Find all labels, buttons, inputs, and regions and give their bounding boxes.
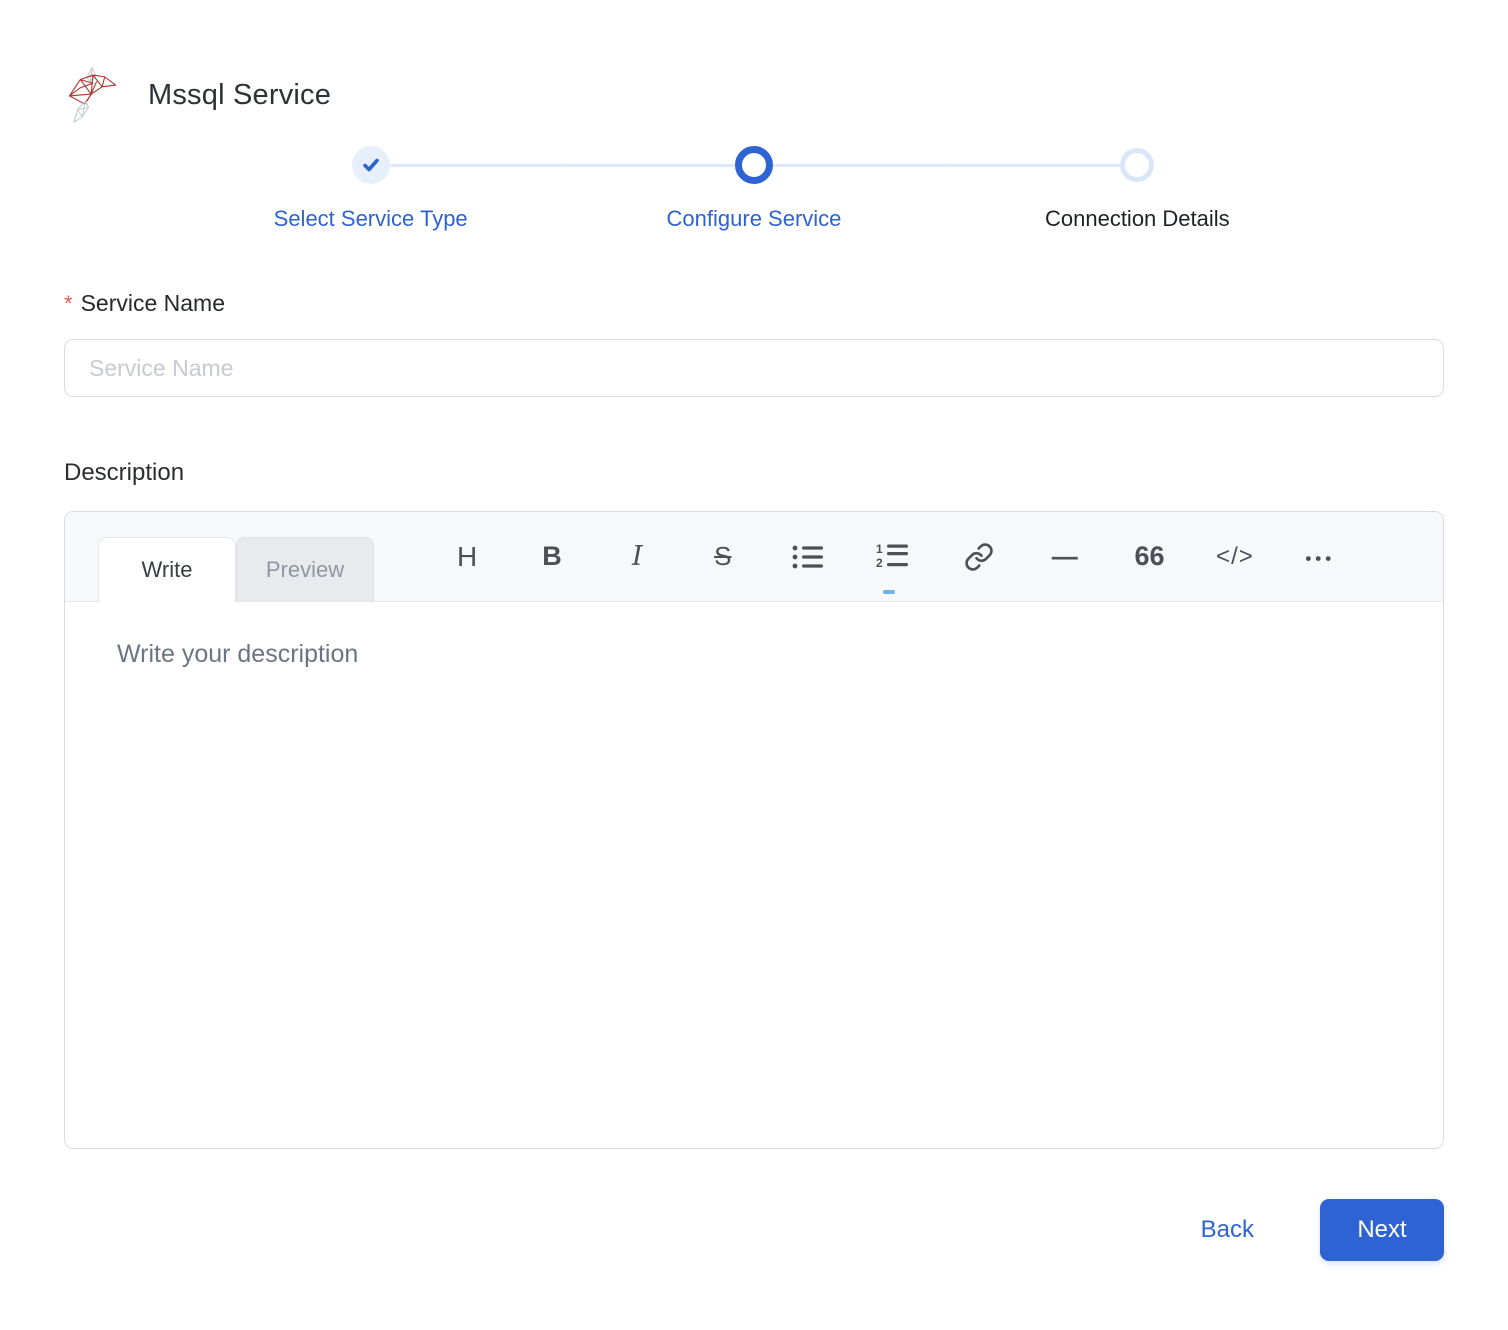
step-select-service-type[interactable]: Select Service Type [179, 144, 563, 232]
ordered-list-caret [883, 589, 896, 594]
description-editor: Write Preview H B I S 1 2 — 66 </> ••• W… [64, 511, 1444, 1149]
step-upcoming-circle [1120, 148, 1155, 182]
tab-write[interactable]: Write [98, 537, 236, 602]
description-textarea[interactable] [65, 602, 1443, 1148]
unordered-list-button[interactable] [788, 534, 828, 580]
back-button[interactable]: Back [1201, 1216, 1254, 1244]
editor-tabs: Write Preview [98, 512, 374, 602]
more-options-button[interactable]: ••• [1300, 534, 1340, 580]
next-button[interactable]: Next [1320, 1199, 1444, 1261]
code-button[interactable]: </> [1215, 534, 1255, 580]
description-label: Description [64, 459, 185, 486]
step-active-circle [735, 146, 773, 184]
wizard-footer: Back Next [64, 1199, 1444, 1323]
service-name-label-text: Service Name [80, 290, 225, 316]
check-icon [362, 158, 379, 172]
required-asterisk: * [64, 291, 73, 316]
step-label: Configure Service [666, 206, 842, 231]
svg-text:1: 1 [876, 543, 883, 556]
step-connection-details[interactable]: Connection Details [945, 144, 1329, 232]
ordered-list-button[interactable]: 1 2 [873, 534, 913, 594]
bold-button[interactable]: B [532, 534, 572, 580]
service-name-input[interactable] [64, 339, 1444, 397]
horizontal-rule-button[interactable]: — [1044, 534, 1084, 580]
editor-write-area [65, 602, 1443, 1148]
quote-button[interactable]: 66 [1130, 534, 1170, 580]
track-segment [562, 163, 735, 167]
step-configure-service[interactable]: Configure Service [562, 144, 946, 232]
sql-server-logo-icon [68, 67, 117, 123]
page-title: Mssql Service [148, 78, 332, 111]
link-icon [965, 542, 993, 571]
service-name-label: * Service Name [64, 290, 1444, 317]
unordered-list-icon [792, 545, 824, 568]
track-segment [945, 163, 1121, 167]
step-label: Connection Details [1044, 206, 1230, 231]
ordered-list-icon: 1 2 [876, 543, 909, 570]
editor-tool-buttons: H B I S 1 2 — 66 </> ••• [374, 512, 1443, 601]
configure-service-page: Mssql Service Select Service Type Config… [0, 0, 1508, 1323]
step-completed-circle [351, 146, 390, 184]
italic-button[interactable]: I [617, 534, 657, 580]
wizard-stepper: Select Service Type Configure Service Co… [179, 144, 1329, 232]
editor-toolbar: Write Preview H B I S 1 2 — 66 </> ••• [65, 512, 1443, 602]
strikethrough-button[interactable]: S [703, 534, 743, 580]
page-header: Mssql Service [64, 66, 1444, 124]
svg-text:2: 2 [876, 556, 883, 570]
track-segment [389, 163, 563, 167]
tab-preview[interactable]: Preview [236, 537, 374, 601]
link-button[interactable] [959, 534, 999, 580]
step-label: Select Service Type [273, 206, 468, 231]
track-segment [773, 163, 946, 167]
heading-button[interactable]: H [447, 534, 487, 580]
